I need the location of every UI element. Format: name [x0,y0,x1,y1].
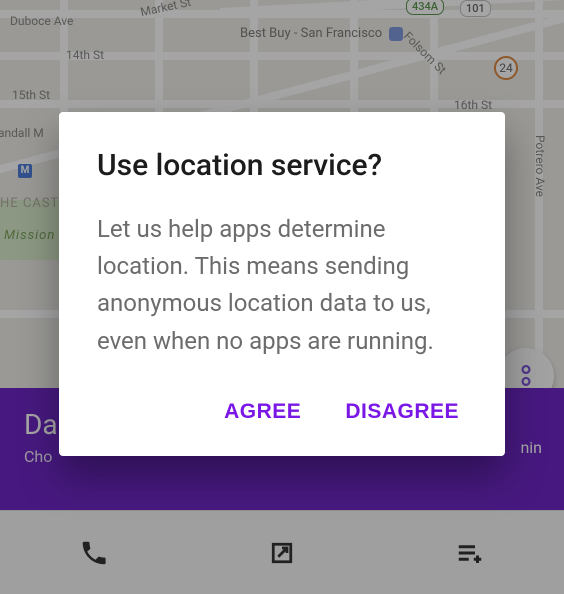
dialog-title: Use location service? [97,148,467,183]
dialog-body: Let us help apps determine location. Thi… [97,211,467,360]
app-root: Duboce Ave Market St 14th St 15th St 16t… [0,0,564,594]
disagree-button[interactable]: DISAGREE [345,400,459,424]
location-dialog: Use location service? Let us help apps d… [59,112,505,456]
agree-button[interactable]: AGREE [224,400,301,424]
dialog-actions: AGREE DISAGREE [97,400,467,432]
